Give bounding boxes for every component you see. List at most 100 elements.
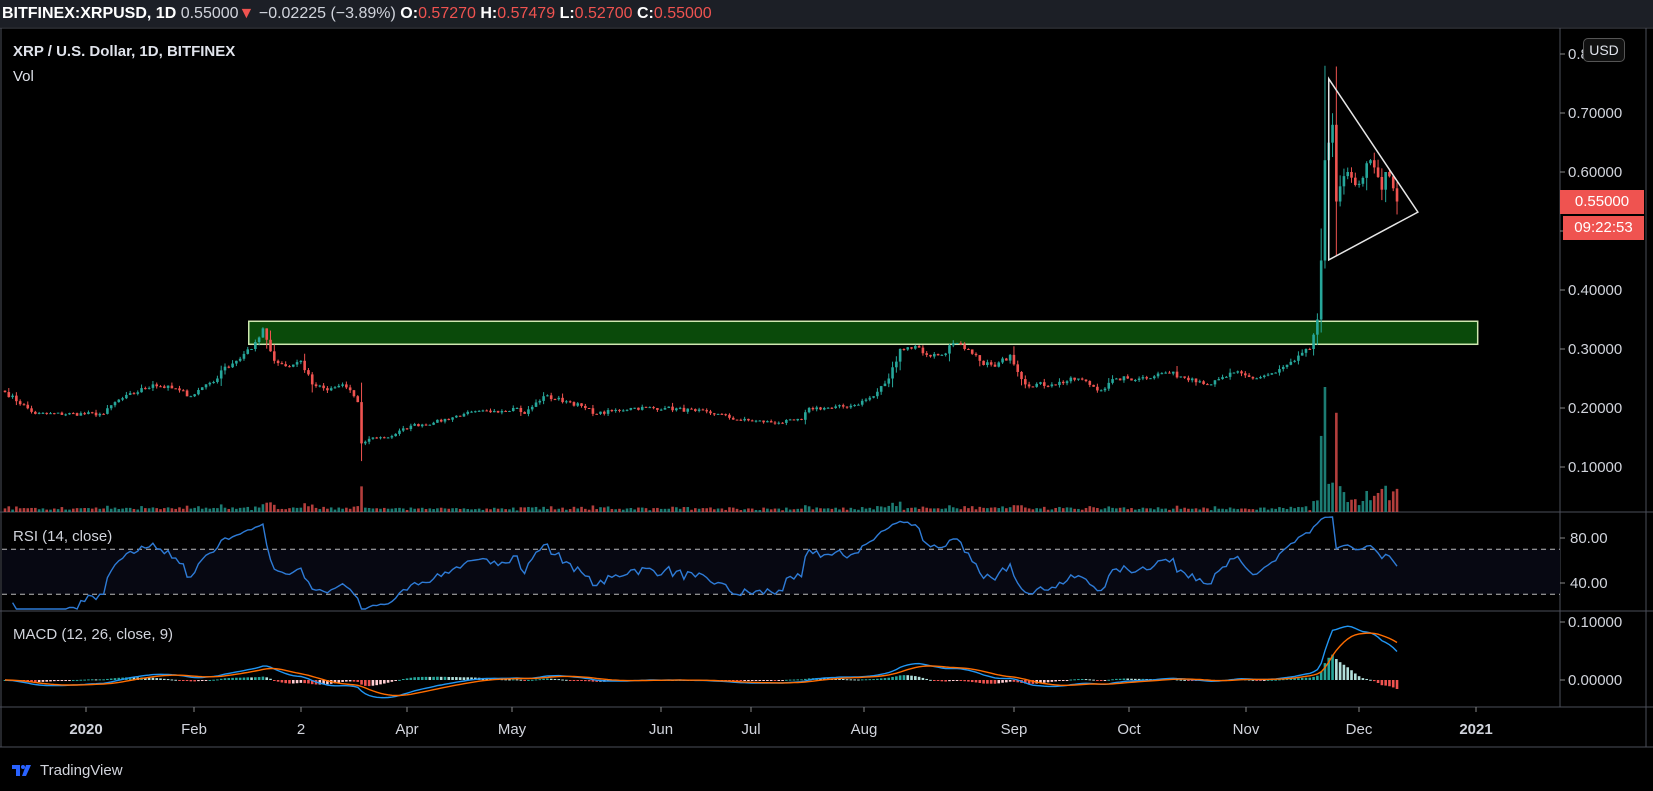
volume-bar [1342,492,1346,512]
macd-label[interactable]: MACD (12, 26, close, 9) [13,626,173,643]
candle [747,418,750,422]
candle [1380,168,1384,201]
macd-histogram-bar [572,680,576,681]
macd-histogram-bar [1118,678,1122,680]
candle [242,351,246,361]
macd-histogram-bar [758,680,762,681]
macd-histogram-bar [773,680,777,681]
candle-body [159,386,162,388]
volume-bar [599,507,602,512]
candle-body [53,413,56,415]
macd-histogram-bar [276,680,280,682]
macd-histogram-bar [587,680,591,682]
candle [895,356,898,373]
candle-body [1118,378,1122,381]
volume-bar [826,508,830,512]
candle-body [22,404,26,406]
volume-bar [860,507,864,512]
candle-body [1198,381,1202,383]
volume-bar [1080,509,1084,512]
candle-body [743,418,746,421]
volume-bar [439,507,443,512]
macd-histogram-bar [944,680,947,682]
candle-body [68,413,71,415]
tradingview-logo[interactable]: TradingView [10,758,123,782]
candle [974,352,978,357]
candle [265,328,269,349]
candle-body [181,390,185,392]
macd-histogram-bar [940,680,944,682]
candle-body [629,408,633,410]
candle [1232,372,1236,374]
macd-histogram-bar [747,680,750,681]
candle [633,407,636,409]
volume-bar [364,507,367,512]
volume-bar [1145,508,1148,512]
volume-bar [1331,482,1334,512]
candle-body [621,410,625,412]
candle-body [1175,371,1179,378]
candle [178,385,181,393]
volume-bar [1255,509,1258,512]
candle [1012,346,1016,366]
candle [261,327,265,338]
macd-histogram-bar [401,679,405,681]
macd-histogram-bar [291,680,295,684]
candle [515,407,519,409]
volume-bar [481,509,485,512]
candle [151,381,155,391]
candle-body [299,360,303,363]
volume-label[interactable]: Vol [13,64,235,89]
macd-histogram-bar [295,680,299,684]
candle [337,383,341,388]
candle [830,407,834,409]
chart-canvas[interactable]: 0.800000.700000.600000.500000.400000.300… [0,0,1653,791]
series-title[interactable]: XRP / U.S. Dollar, 1D, BITFINEX [13,39,235,64]
candle [834,404,837,409]
candle-body [98,413,102,416]
candle-body [720,413,724,415]
volume-bar [637,507,640,512]
candle [94,409,98,418]
macd-histogram-bar [231,677,234,680]
macd-histogram-bar [90,679,94,681]
candle [898,348,902,371]
candle [970,349,974,355]
candle [553,398,557,401]
volume-bar [462,508,466,512]
candle-body [879,386,883,392]
macd-histogram-bar [98,679,102,681]
volume-bar [401,508,405,512]
volume-bar [348,508,352,512]
macd-histogram-bar [853,679,856,681]
macd-histogram-bar [60,680,64,681]
time-axis-label: Jul [741,721,760,738]
macd-histogram-bar [75,679,79,681]
candle [796,418,800,422]
candle [868,395,872,402]
volume-bar [769,509,773,512]
candle-body [178,388,181,391]
volume-bar [1236,509,1240,512]
volume-bar [1281,507,1285,512]
candle [936,353,940,356]
macd-histogram-bar [204,680,208,681]
candle [519,405,523,416]
rsi-label[interactable]: RSI (14, close) [13,528,112,545]
volume-bar [621,509,625,512]
candle [735,419,739,421]
candle [87,410,90,415]
candle-body [978,355,982,361]
symmetrical-triangle-drawing [1328,76,1419,262]
macd-histogram-bar [178,680,181,681]
candle-body [1107,382,1111,389]
currency-button[interactable]: USD [1583,38,1625,62]
macd-histogram-bar [781,680,784,681]
candle [1005,357,1008,361]
volume-bar [291,507,295,512]
candle-body [1278,369,1281,373]
volume-bar [1171,508,1175,512]
volume-bar [887,505,891,512]
volume-bar [71,508,75,512]
candle-body [762,420,765,423]
